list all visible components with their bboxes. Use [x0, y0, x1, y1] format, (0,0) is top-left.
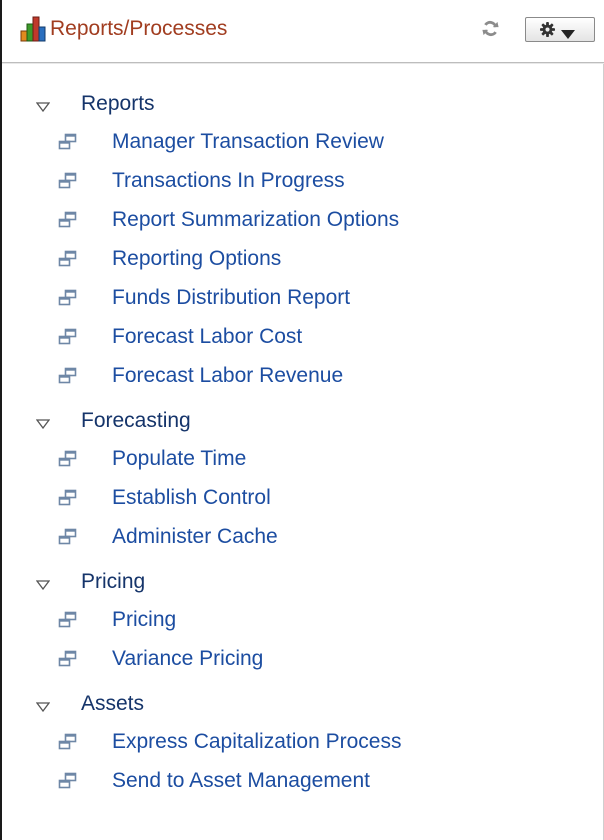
menu-item-populate-time[interactable]: Populate Time	[2, 445, 602, 475]
section-header-reports[interactable]: Reports	[2, 90, 602, 118]
process-window-icon	[58, 733, 78, 751]
menu-item-express-capitalization-process[interactable]: Express Capitalization Process	[2, 728, 602, 758]
pagelet-title: Reports/Processes	[50, 17, 228, 40]
process-window-icon	[58, 528, 78, 546]
process-window-icon	[58, 328, 78, 346]
menu-item-link[interactable]: Forecast Labor Cost	[112, 325, 302, 349]
process-window-icon	[58, 611, 78, 629]
pagelet-header: Reports/Processes	[2, 0, 604, 63]
process-window-icon	[58, 172, 78, 190]
menu-item-link[interactable]: Populate Time	[112, 447, 246, 471]
menu-item-variance-pricing[interactable]: Variance Pricing	[2, 645, 602, 675]
menu-item-manager-transaction-review[interactable]: Manager Transaction Review	[2, 128, 602, 158]
collapse-triangle-icon[interactable]	[35, 99, 51, 113]
menu-item-link[interactable]: Pricing	[112, 608, 176, 632]
process-window-icon	[58, 650, 78, 668]
section-label: Forecasting	[81, 409, 191, 432]
menu-item-administer-cache[interactable]: Administer Cache	[2, 523, 602, 553]
gear-icon	[540, 22, 555, 37]
section-label: Pricing	[81, 570, 146, 593]
menu-item-establish-control[interactable]: Establish Control	[2, 484, 602, 514]
menu-item-forecast-labor-revenue[interactable]: Forecast Labor Revenue	[2, 362, 602, 392]
process-window-icon	[58, 450, 78, 468]
menu-item-link[interactable]: Variance Pricing	[112, 647, 263, 671]
menu-item-link[interactable]: Funds Distribution Report	[112, 286, 350, 310]
menu-item-forecast-labor-cost[interactable]: Forecast Labor Cost	[2, 323, 602, 353]
menu-item-reporting-options[interactable]: Reporting Options	[2, 245, 602, 275]
collapse-triangle-icon[interactable]	[35, 577, 51, 591]
caret-down-icon	[561, 26, 575, 39]
bar-chart-icon	[20, 16, 46, 42]
menu-item-link[interactable]: Forecast Labor Revenue	[112, 364, 343, 388]
section-label: Assets	[81, 692, 145, 715]
section-label: Reports	[81, 92, 155, 115]
menu-item-link[interactable]: Administer Cache	[112, 525, 278, 549]
menu-item-link[interactable]: Reporting Options	[112, 247, 281, 271]
menu-item-link[interactable]: Transactions In Progress	[112, 169, 345, 193]
reports-processes-pagelet: Reports/Processes Reports Manager Transa…	[0, 0, 604, 840]
menu-item-link[interactable]: Establish Control	[112, 486, 271, 510]
process-window-icon	[58, 250, 78, 268]
menu-item-funds-distribution-report[interactable]: Funds Distribution Report	[2, 284, 602, 314]
menu-item-link[interactable]: Report Summarization Options	[112, 208, 399, 232]
process-window-icon	[58, 489, 78, 507]
menu-item-link[interactable]: Send to Asset Management	[112, 769, 370, 793]
collapse-triangle-icon[interactable]	[35, 699, 51, 713]
refresh-icon[interactable]	[481, 19, 500, 38]
menu-item-pricing[interactable]: Pricing	[2, 606, 602, 636]
actions-menu-button[interactable]	[525, 17, 595, 42]
menu-item-report-summarization-options[interactable]: Report Summarization Options	[2, 206, 602, 236]
process-window-icon	[58, 367, 78, 385]
process-window-icon	[58, 772, 78, 790]
section-header-forecasting[interactable]: Forecasting	[2, 407, 602, 435]
menu-item-transactions-in-progress[interactable]: Transactions In Progress	[2, 167, 602, 197]
process-window-icon	[58, 133, 78, 151]
section-header-pricing[interactable]: Pricing	[2, 568, 602, 596]
menu-item-link[interactable]: Express Capitalization Process	[112, 730, 401, 754]
process-window-icon	[58, 289, 78, 307]
section-header-assets[interactable]: Assets	[2, 690, 602, 718]
menu-item-link[interactable]: Manager Transaction Review	[112, 130, 384, 154]
process-window-icon	[58, 211, 78, 229]
collapse-triangle-icon[interactable]	[35, 416, 51, 430]
menu-item-send-to-asset-management[interactable]: Send to Asset Management	[2, 767, 602, 797]
